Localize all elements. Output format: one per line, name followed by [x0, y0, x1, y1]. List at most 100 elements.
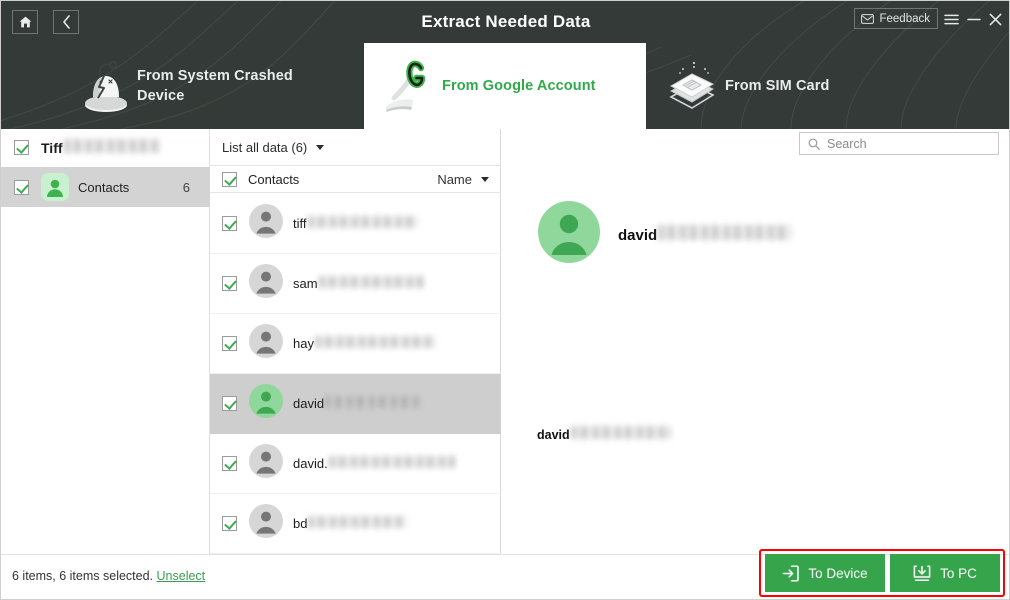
contact-row-checkbox[interactable]: [222, 216, 237, 231]
search-icon: [808, 138, 820, 150]
to-pc-label: To PC: [940, 565, 977, 581]
sidebar-account-row[interactable]: Tiff: [1, 129, 210, 165]
contact-name-visible: hay: [293, 336, 314, 351]
contact-avatar: [249, 384, 283, 423]
sidebar-item-contacts[interactable]: Contacts 6: [1, 167, 210, 207]
source-tabs: From System Crashed Device From Google A…: [1, 43, 1009, 129]
main-body: Tiff Contacts 6 List all data (6) Contac…: [1, 129, 1009, 554]
contact-name-redacted: [325, 396, 424, 408]
contact-name-visible: tiff: [293, 216, 307, 231]
tab-label: From SIM Card: [725, 78, 830, 94]
contact-row[interactable]: sam: [210, 254, 501, 314]
download-to-pc-icon: [913, 564, 931, 581]
contact-name: david.: [293, 456, 455, 471]
sidebar-item-label: Contacts: [78, 179, 130, 195]
app-window: Extract Needed Data Feedback From System…: [0, 0, 1010, 600]
export-to-device-icon: [782, 564, 800, 582]
contact-person-icon: [41, 173, 69, 201]
sort-label: Name: [437, 171, 472, 187]
sidebar: Tiff Contacts 6: [1, 129, 210, 554]
select-all-checkbox[interactable]: [222, 171, 237, 187]
detail-contact-name: david: [618, 225, 792, 244]
contact-name-visible: david.: [293, 456, 328, 471]
contact-row-checkbox[interactable]: [222, 396, 237, 411]
sim-card-icon: [661, 57, 725, 115]
tab-label: From System Crashed Device: [137, 68, 293, 104]
list-filter-dropdown[interactable]: List all data (6): [210, 129, 501, 165]
to-device-button[interactable]: To Device: [765, 554, 885, 592]
close-icon: [989, 13, 1002, 25]
detail-name-visible: david: [618, 227, 658, 244]
google-account-icon: [378, 57, 442, 115]
contact-name-visible: bd: [293, 516, 308, 531]
selection-status: 6 items, 6 items selected. Unselect: [12, 569, 205, 583]
to-pc-button[interactable]: To PC: [890, 554, 1000, 592]
contact-row[interactable]: david: [210, 374, 501, 434]
search-input[interactable]: Search: [799, 132, 999, 155]
feedback-label: Feedback: [879, 12, 930, 25]
list-header: Contacts Name: [210, 165, 501, 193]
title-bar: Extract Needed Data Feedback: [1, 1, 1009, 43]
detail-sub-redacted: [570, 426, 671, 439]
tab-from-google-account[interactable]: From Google Account: [364, 43, 646, 129]
contact-name: hay: [293, 336, 435, 351]
hamburger-menu-button[interactable]: [943, 10, 960, 28]
feedback-button[interactable]: Feedback: [854, 8, 938, 29]
account-name-visible: Tiff: [41, 139, 63, 156]
hamburger-menu-icon: [944, 14, 959, 24]
account-name-redacted: [63, 138, 160, 153]
to-device-label: To Device: [808, 565, 868, 581]
contact-name-visible: david: [293, 396, 325, 411]
contact-row-checkbox[interactable]: [222, 516, 237, 531]
contact-name: tiff: [293, 216, 418, 231]
contact-avatar: [249, 264, 283, 303]
minimize-icon: [966, 18, 981, 20]
detail-avatar: [538, 201, 600, 268]
contact-avatar: [249, 324, 283, 363]
account-name: Tiff: [41, 138, 160, 156]
contact-avatar: [249, 444, 283, 483]
contact-rows: tiff sam hay david david. bd: [210, 194, 501, 554]
contact-name-redacted: [314, 336, 435, 348]
app-header: Extract Needed Data Feedback From System…: [1, 1, 1009, 129]
contact-detail-panel: david david: [501, 129, 1009, 554]
contact-name-redacted: [308, 516, 407, 528]
sidebar-item-count: 6: [182, 179, 190, 195]
account-checkbox[interactable]: [14, 139, 29, 155]
chevron-down-icon: [481, 176, 489, 182]
list-header-title: Contacts: [248, 171, 300, 187]
detail-header: david: [538, 201, 792, 268]
contact-row[interactable]: hay: [210, 314, 501, 374]
contact-name-redacted: [318, 276, 424, 288]
contact-name: david: [293, 396, 424, 411]
contact-row[interactable]: david.: [210, 434, 501, 494]
minimize-button[interactable]: [965, 10, 982, 28]
list-filter-label: List all data (6): [222, 139, 308, 155]
contact-row-checkbox[interactable]: [222, 276, 237, 291]
contact-name: bd: [293, 516, 407, 531]
contact-row[interactable]: tiff: [210, 194, 501, 254]
sort-by-name-control[interactable]: Name: [437, 172, 489, 187]
envelope-icon: [861, 13, 875, 24]
detail-sub-visible: david: [537, 428, 570, 442]
contact-name: sam: [293, 276, 424, 291]
close-button[interactable]: [987, 10, 1004, 28]
selection-status-text: 6 items, 6 items selected.: [12, 569, 154, 583]
contact-avatar: [249, 204, 283, 243]
contact-row-checkbox[interactable]: [222, 336, 237, 351]
contact-name-redacted: [328, 456, 455, 468]
detail-contact-email: david: [537, 426, 671, 442]
contact-list-panel: List all data (6) Contacts Name tiff sam h…: [210, 129, 501, 554]
contact-row[interactable]: bd: [210, 494, 501, 554]
sidebar-contacts-checkbox[interactable]: [14, 179, 29, 195]
tab-from-sim-card[interactable]: From SIM Card: [661, 43, 961, 129]
contact-name-redacted: [307, 216, 418, 228]
chevron-down-icon: [316, 144, 325, 150]
tab-label: From Google Account: [442, 78, 596, 94]
contact-name-visible: sam: [293, 276, 318, 291]
tab-from-system-crashed-device[interactable]: From System Crashed Device: [73, 43, 353, 129]
search-placeholder: Search: [827, 136, 867, 151]
unselect-link[interactable]: Unselect: [157, 569, 206, 583]
broken-android-robot-icon: [73, 57, 137, 115]
contact-row-checkbox[interactable]: [222, 456, 237, 471]
